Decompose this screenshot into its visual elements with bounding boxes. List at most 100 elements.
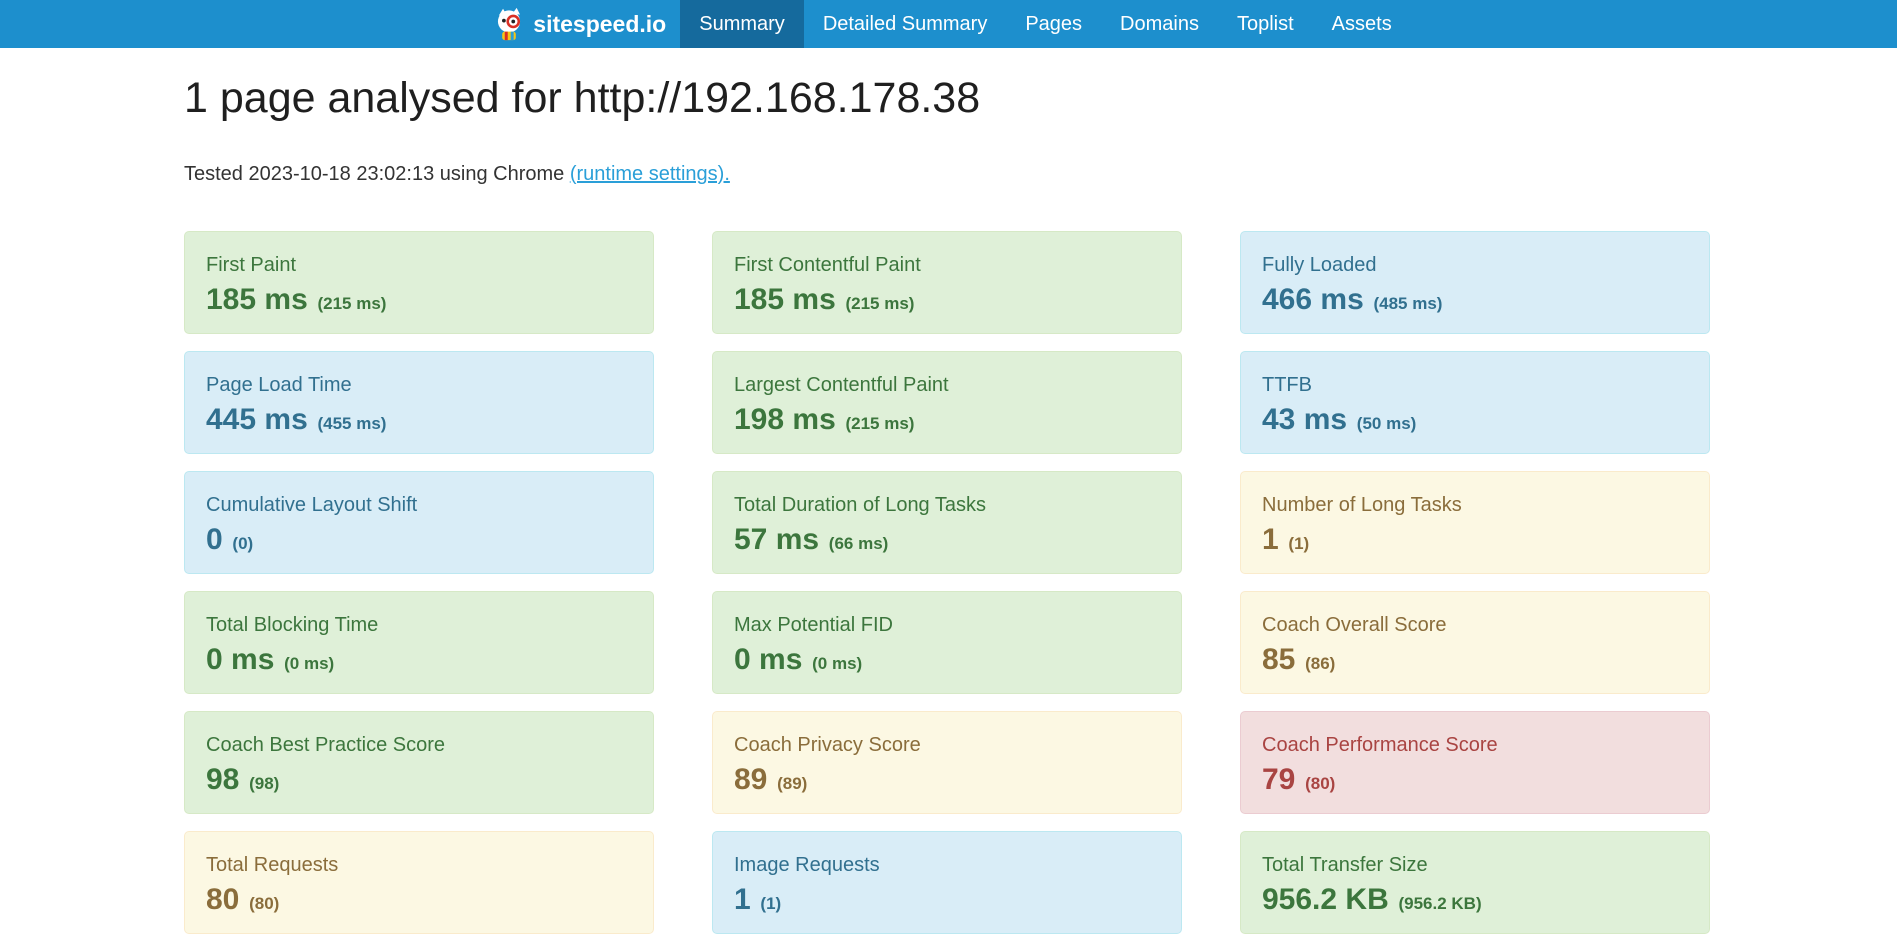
metric-label: Coach Overall Score [1262, 614, 1688, 636]
metric-value-secondary: (215 ms) [313, 294, 387, 313]
metric-value-main: 185 ms [734, 283, 836, 316]
runtime-settings-link[interactable]: (runtime settings). [570, 163, 730, 185]
metric-value-secondary: (66 ms) [824, 534, 888, 553]
metric-label: Total Duration of Long Tasks [734, 494, 1160, 516]
metric-value: 98 (98) [206, 763, 632, 797]
metric-card-cumulative-layout-shift: Cumulative Layout Shift 0 (0) [184, 471, 654, 574]
metric-label: Image Requests [734, 854, 1160, 876]
metric-label: Coach Privacy Score [734, 734, 1160, 756]
metric-value-secondary: (80) [244, 894, 279, 913]
metric-value-secondary: (0 ms) [807, 654, 862, 673]
nav-tab-summary[interactable]: Summary [680, 0, 804, 48]
metric-label: Cumulative Layout Shift [206, 494, 632, 516]
metric-label: Number of Long Tasks [1262, 494, 1688, 516]
metric-label: TTFB [1262, 374, 1688, 396]
metric-value: 79 (80) [1262, 763, 1688, 797]
metric-label: Total Blocking Time [206, 614, 632, 636]
metric-value-main: 0 ms [734, 643, 802, 676]
metric-card-fully-loaded: Fully Loaded 466 ms (485 ms) [1240, 231, 1710, 334]
metric-value-main: 0 [206, 523, 223, 556]
metric-card-number-of-long-tasks: Number of Long Tasks 1 (1) [1240, 471, 1710, 574]
page-title: 1 page analysed for http://192.168.178.3… [184, 74, 1710, 123]
metric-value: 198 ms (215 ms) [734, 403, 1160, 437]
metric-label: Page Load Time [206, 374, 632, 396]
nav-tab-detailed-summary[interactable]: Detailed Summary [804, 0, 1007, 48]
metric-value-secondary: (0 ms) [279, 654, 334, 673]
brand-label: sitespeed.io [533, 11, 666, 38]
metric-value-main: 445 ms [206, 403, 308, 436]
metric-value-main: 956.2 KB [1262, 883, 1389, 916]
metric-label: Max Potential FID [734, 614, 1160, 636]
nav-tab-pages[interactable]: Pages [1006, 0, 1101, 48]
metric-card-largest-contentful-paint: Largest Contentful Paint 198 ms (215 ms) [712, 351, 1182, 454]
metric-value-main: 0 ms [206, 643, 274, 676]
metric-value: 89 (89) [734, 763, 1160, 797]
metric-card-total-duration-of-long-tasks: Total Duration of Long Tasks 57 ms (66 m… [712, 471, 1182, 574]
main-content: 1 page analysed for http://192.168.178.3… [184, 74, 1710, 951]
metric-value-main: 89 [734, 763, 767, 796]
metric-value: 0 (0) [206, 523, 632, 557]
metric-value-main: 80 [206, 883, 239, 916]
metric-card-page-load-time: Page Load Time 445 ms (455 ms) [184, 351, 654, 454]
metric-value-secondary: (50 ms) [1352, 414, 1416, 433]
metric-value-secondary: (98) [244, 774, 279, 793]
top-navbar: sitespeed.io SummaryDetailed SummaryPage… [0, 0, 1897, 48]
metric-value-secondary: (89) [772, 774, 807, 793]
metric-value-secondary: (215 ms) [841, 294, 915, 313]
metric-value: 80 (80) [206, 883, 632, 917]
brand[interactable]: sitespeed.io [486, 0, 680, 48]
metric-value-secondary: (455 ms) [313, 414, 387, 433]
metric-value-main: 79 [1262, 763, 1295, 796]
metric-card-first-paint: First Paint 185 ms (215 ms) [184, 231, 654, 334]
metric-value-secondary: (80) [1300, 774, 1335, 793]
metric-value-main: 57 ms [734, 523, 819, 556]
tested-line: Tested 2023-10-18 23:02:13 using Chrome … [184, 163, 1710, 186]
nav-tab-toplist[interactable]: Toplist [1218, 0, 1313, 48]
nav-tab-domains[interactable]: Domains [1101, 0, 1218, 48]
metric-label: First Contentful Paint [734, 254, 1160, 276]
nav-tab-assets[interactable]: Assets [1313, 0, 1411, 48]
metric-value-main: 98 [206, 763, 239, 796]
metric-value: 1 (1) [734, 883, 1160, 917]
metric-value: 1 (1) [1262, 523, 1688, 557]
metric-card-total-requests: Total Requests 80 (80) [184, 831, 654, 934]
metric-value: 43 ms (50 ms) [1262, 403, 1688, 437]
metric-value-main: 185 ms [206, 283, 308, 316]
metric-value-secondary: (0) [228, 534, 254, 553]
metric-value-secondary: (86) [1300, 654, 1335, 673]
metric-value-secondary: (215 ms) [841, 414, 915, 433]
metric-value-main: 1 [734, 883, 751, 916]
metric-label: Total Requests [206, 854, 632, 876]
metric-card-first-contentful-paint: First Contentful Paint 185 ms (215 ms) [712, 231, 1182, 334]
metric-value-main: 43 ms [1262, 403, 1347, 436]
metrics-grid: First Paint 185 ms (215 ms) First Conten… [184, 231, 1710, 951]
metric-card-total-transfer-size: Total Transfer Size 956.2 KB (956.2 KB) [1240, 831, 1710, 934]
metric-card-max-potential-fid: Max Potential FID 0 ms (0 ms) [712, 591, 1182, 694]
metric-label: Total Transfer Size [1262, 854, 1688, 876]
metric-label: Coach Best Practice Score [206, 734, 632, 756]
metric-value: 185 ms (215 ms) [734, 283, 1160, 317]
metric-label: First Paint [206, 254, 632, 276]
sitespeed-logo-icon [492, 7, 533, 41]
metric-value-secondary: (485 ms) [1369, 294, 1443, 313]
metric-card-coach-privacy-score: Coach Privacy Score 89 (89) [712, 711, 1182, 814]
metric-label: Coach Performance Score [1262, 734, 1688, 756]
metric-value: 57 ms (66 ms) [734, 523, 1160, 557]
metric-value: 0 ms (0 ms) [734, 643, 1160, 677]
metric-value: 466 ms (485 ms) [1262, 283, 1688, 317]
metric-value-main: 85 [1262, 643, 1295, 676]
metric-value: 185 ms (215 ms) [206, 283, 632, 317]
metric-value-main: 198 ms [734, 403, 836, 436]
metric-label: Largest Contentful Paint [734, 374, 1160, 396]
metric-value-secondary: (956.2 KB) [1394, 894, 1482, 913]
metric-card-ttfb: TTFB 43 ms (50 ms) [1240, 351, 1710, 454]
metric-card-coach-overall-score: Coach Overall Score 85 (86) [1240, 591, 1710, 694]
metric-value: 445 ms (455 ms) [206, 403, 632, 437]
metric-value-main: 1 [1262, 523, 1279, 556]
tested-text: Tested 2023-10-18 23:02:13 using Chrome [184, 163, 564, 185]
metric-value-secondary: (1) [756, 894, 782, 913]
metric-value: 956.2 KB (956.2 KB) [1262, 883, 1688, 917]
metric-card-image-requests: Image Requests 1 (1) [712, 831, 1182, 934]
metric-value-secondary: (1) [1284, 534, 1310, 553]
metric-value: 85 (86) [1262, 643, 1688, 677]
